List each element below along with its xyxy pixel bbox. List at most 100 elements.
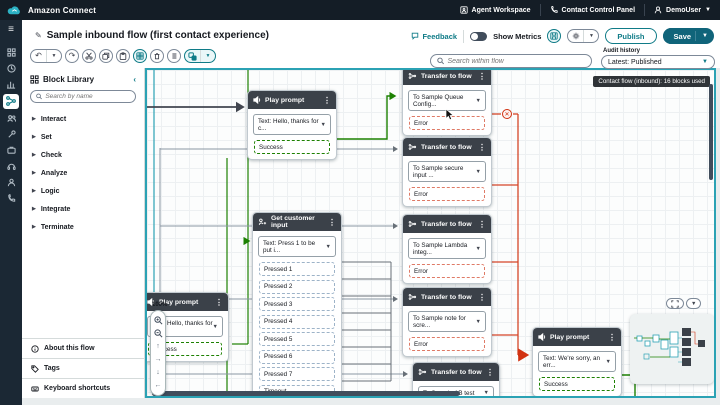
branch-success[interactable]: Success	[254, 140, 330, 154]
kebab-menu-icon[interactable]: ⋮	[478, 293, 486, 302]
about-this-flow[interactable]: About this flow	[22, 338, 144, 358]
branch-pressed-4[interactable]: Pressed 4	[259, 315, 335, 329]
save-snapshot-button[interactable]	[547, 29, 561, 43]
block-header[interactable]: Transfer to flow ⋮	[403, 68, 491, 85]
keyboard-shortcuts[interactable]: Keyboard shortcuts	[22, 378, 144, 398]
nav-support-icon[interactable]	[3, 160, 19, 173]
nav-flows-icon[interactable]	[3, 94, 19, 109]
pan-left-button[interactable]: ←	[151, 379, 165, 392]
category-interact[interactable]: ▶Interact	[22, 110, 144, 128]
flow-block-transfer-2[interactable]: Transfer to flow ⋮ To Sample secure inpu…	[402, 137, 492, 207]
kebab-menu-icon[interactable]: ⋮	[215, 298, 223, 307]
undo-button[interactable]: ↶	[31, 50, 46, 62]
category-set[interactable]: ▶Set	[22, 128, 144, 146]
block-search-input[interactable]	[45, 93, 130, 100]
kebab-menu-icon[interactable]: ⋮	[478, 143, 486, 152]
block-parameter[interactable]: Text: Hello, thanks for c...▼	[253, 114, 331, 135]
flow-block-transfer-4[interactable]: Transfer to flow ⋮ To Sample note for sc…	[402, 287, 492, 357]
fit-to-view-button[interactable]	[666, 298, 684, 309]
zoom-out-button[interactable]	[151, 327, 165, 340]
branch-error[interactable]: Error	[409, 264, 485, 278]
pan-up-button[interactable]: ↑	[151, 340, 165, 353]
kebab-menu-icon[interactable]: ⋮	[478, 220, 486, 229]
horizontal-scrollbar[interactable]	[152, 391, 460, 396]
branch-pressed-5[interactable]: Pressed 5	[259, 332, 335, 346]
branch-pressed-6[interactable]: Pressed 6	[259, 350, 335, 364]
redo-button[interactable]: ↷	[65, 49, 79, 63]
branch-success[interactable]: Success	[539, 377, 615, 391]
category-analyze[interactable]: ▶Analyze	[22, 164, 144, 182]
tags[interactable]: Tags	[22, 358, 144, 378]
publish-button[interactable]: Publish	[605, 28, 656, 44]
settings-menu-button[interactable]: ▼	[583, 30, 598, 42]
minimap[interactable]	[630, 314, 714, 384]
kebab-menu-icon[interactable]: ⋮	[486, 368, 494, 377]
save-button[interactable]: Save	[663, 28, 696, 44]
block-header[interactable]: Play prompt ⋮	[248, 91, 336, 109]
block-header[interactable]: Transfer to flow ⋮	[403, 215, 491, 233]
branch-pressed-1[interactable]: Pressed 1	[259, 262, 335, 276]
kebab-menu-icon[interactable]: ⋮	[323, 96, 331, 105]
flow-canvas[interactable]: Play prompt ⋮ Text: Hello, thanks for c.…	[145, 68, 716, 398]
branch-error[interactable]: Error	[409, 187, 485, 201]
nav-billing-icon[interactable]	[3, 144, 19, 157]
pan-down-button[interactable]: ↓	[151, 366, 165, 379]
contact-control-panel-link[interactable]: Contact Control Panel	[540, 4, 645, 16]
flow-block-transfer-1[interactable]: Transfer to flow ⋮ To Sample Queue Confi…	[402, 68, 492, 136]
block-parameter[interactable]: Text: We're sorry, an err...▼	[538, 351, 616, 372]
user-menu[interactable]: DemoUser ▼	[644, 4, 720, 16]
branch-pressed-7[interactable]: Pressed 7	[259, 367, 335, 381]
undo-menu-button[interactable]: ▼	[46, 50, 61, 62]
block-parameter[interactable]: To Sample Lambda integ...▼	[408, 238, 486, 259]
nav-metrics-icon[interactable]	[3, 78, 19, 91]
paste-button[interactable]	[116, 49, 130, 63]
collapse-panel-icon[interactable]: ‹	[133, 75, 136, 84]
category-terminate[interactable]: ▶Terminate	[22, 218, 144, 236]
category-logic[interactable]: ▶Logic	[22, 182, 144, 200]
menu-icon[interactable]: ≡	[8, 25, 14, 35]
audit-history-select[interactable]: Latest: Published ▼	[601, 55, 715, 69]
delete-button[interactable]	[150, 49, 164, 63]
error-connector-endpoint[interactable]: ✕	[502, 109, 512, 119]
show-metrics-toggle[interactable]	[470, 32, 487, 41]
pan-right-button[interactable]: →	[151, 353, 165, 366]
feedback-link[interactable]: Feedback	[411, 32, 457, 41]
nav-users-icon[interactable]	[3, 112, 19, 125]
search-within-flow[interactable]	[430, 54, 592, 68]
save-menu-button[interactable]: ▼	[695, 31, 714, 41]
branch-pressed-3[interactable]: Pressed 3	[259, 297, 335, 311]
nav-apps-icon[interactable]	[3, 46, 19, 59]
branch-error[interactable]: Error	[409, 337, 485, 351]
block-header[interactable]: Transfer to flow ⋮	[403, 138, 491, 156]
minimap-menu-button[interactable]: ▼	[686, 298, 701, 309]
edit-title-icon[interactable]: ✎	[35, 31, 42, 40]
nav-tools-icon[interactable]	[3, 128, 19, 141]
nav-calls-icon[interactable]	[3, 192, 19, 205]
flow-block-play-prompt-3[interactable]: Play prompt ⋮ Text: We're sorry, an err.…	[532, 327, 622, 397]
nav-profile-icon[interactable]	[3, 176, 19, 189]
kebab-menu-icon[interactable]: ⋮	[608, 333, 616, 342]
layout-menu-button[interactable]: ▼	[200, 50, 215, 62]
cut-button[interactable]	[82, 49, 96, 63]
block-parameter[interactable]: To Sample note for scre...▼	[408, 311, 486, 332]
snap-to-grid-button[interactable]	[133, 49, 147, 63]
branch-pressed-2[interactable]: Pressed 2	[259, 280, 335, 294]
flow-block-get-customer-input[interactable]: Get customer input ⋮ Text: Press 1 to be…	[252, 212, 342, 398]
block-header[interactable]: Transfer to flow ⋮	[403, 288, 491, 306]
kebab-menu-icon[interactable]: ⋮	[478, 72, 486, 81]
block-parameter[interactable]: Text: Press 1 to be put i...▼	[258, 236, 336, 257]
category-integrate[interactable]: ▶Integrate	[22, 200, 144, 218]
block-header[interactable]: Play prompt ⋮	[533, 328, 621, 346]
vertical-scrollbar[interactable]	[709, 84, 713, 180]
agent-workspace-link[interactable]: Agent Workspace	[451, 4, 540, 16]
notes-button[interactable]	[167, 49, 181, 63]
block-header[interactable]: Get customer input ⋮	[253, 213, 341, 231]
settings-button[interactable]	[568, 30, 583, 42]
category-check[interactable]: ▶Check	[22, 146, 144, 164]
flow-block-transfer-3[interactable]: Transfer to flow ⋮ To Sample Lambda inte…	[402, 214, 492, 284]
zoom-in-button[interactable]	[151, 314, 165, 327]
kebab-menu-icon[interactable]: ⋮	[328, 218, 336, 227]
block-search[interactable]	[30, 90, 136, 103]
flow-block-play-prompt-1[interactable]: Play prompt ⋮ Text: Hello, thanks for c.…	[247, 90, 337, 160]
block-parameter[interactable]: To Sample secure input ...▼	[408, 161, 486, 182]
